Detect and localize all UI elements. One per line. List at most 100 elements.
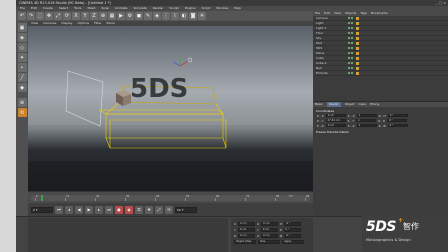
end-frame-field[interactable]: 90 F xyxy=(175,206,197,213)
cube-icon[interactable]: ◼ xyxy=(135,12,143,20)
attr-value-field[interactable]: 27.54 cm xyxy=(325,118,346,123)
visibility-dot-icon[interactable] xyxy=(351,67,353,69)
play-backward-icon[interactable]: ◀ xyxy=(75,205,83,214)
visibility-dot-icon[interactable] xyxy=(348,67,350,69)
tag-icon[interactable] xyxy=(356,51,359,55)
attr-tab-phong[interactable]: Phong xyxy=(370,102,379,107)
visibility-dot-icon[interactable] xyxy=(348,72,350,74)
go-to-end-icon[interactable]: ⏭ xyxy=(105,205,113,214)
rotate-icon[interactable]: ⟳ xyxy=(63,12,71,20)
visibility-dot-icon[interactable] xyxy=(351,17,353,19)
tag-icon[interactable] xyxy=(356,66,359,70)
step-forward-icon[interactable]: ▸ xyxy=(95,205,103,214)
visibility-dot-icon[interactable] xyxy=(348,22,350,24)
visibility-dot-icon[interactable] xyxy=(348,32,350,34)
scale-key-icon[interactable]: ⤢ xyxy=(155,205,163,214)
undo-icon[interactable]: ↶ xyxy=(18,12,26,20)
coord-value-field[interactable]: 0 ° xyxy=(284,234,302,238)
coord-mode-button[interactable]: Object (Rel) xyxy=(234,240,256,244)
tag-icon[interactable] xyxy=(356,16,359,20)
edges-mode-icon[interactable]: ╱ xyxy=(17,73,27,82)
world-icon[interactable]: ⊕ xyxy=(99,12,107,20)
deformer-icon[interactable]: ⌇ xyxy=(171,12,179,20)
tag-icon[interactable] xyxy=(356,41,359,45)
om-menu-bookmarks[interactable]: Bookmarks xyxy=(371,11,388,16)
visibility-dot-icon[interactable] xyxy=(351,42,353,44)
coord-value-field[interactable]: 0 cm xyxy=(261,234,279,238)
visibility-dot-icon[interactable] xyxy=(348,37,350,39)
tag-icon[interactable] xyxy=(356,26,359,30)
om-menu-tags[interactable]: Tags xyxy=(360,11,367,16)
texture-mode-icon[interactable]: ✦ xyxy=(17,53,27,62)
viewport-canvas[interactable]: 5DS xyxy=(28,26,313,191)
attr-value-field[interactable]: 0 cm xyxy=(325,113,346,118)
visibility-dot-icon[interactable] xyxy=(348,62,350,64)
attr-tab-object[interactable]: Object xyxy=(345,102,355,107)
visibility-dot-icon[interactable] xyxy=(351,72,353,74)
subdivision-icon[interactable]: ◈ xyxy=(153,12,161,20)
rotation-key-icon[interactable]: ⟳ xyxy=(165,205,173,214)
attr-tab-caps[interactable]: Caps xyxy=(359,102,366,107)
make-editable-icon[interactable]: ▣ xyxy=(17,23,27,32)
attr-value-field[interactable]: 1 xyxy=(356,113,377,118)
model-mode-icon[interactable]: ◈ xyxy=(17,33,27,42)
attr-value-field[interactable]: 0 ° xyxy=(387,113,408,118)
axis-mode-icon[interactable]: ⊕ xyxy=(17,98,27,107)
timeline-ruler[interactable]: 0 10 20 30 40 50 60 70 80 90 0 F xyxy=(31,195,310,201)
scene-icon[interactable]: ◐ xyxy=(180,12,188,20)
attr-value-field[interactable]: 0 ° xyxy=(386,118,407,123)
attr-tab-basic[interactable]: Basic xyxy=(315,102,323,107)
keyframe-selection-icon[interactable]: ⚿ xyxy=(135,205,143,214)
object-row[interactable]: Extrude xyxy=(313,71,448,76)
coord-value-field[interactable]: 0 cm xyxy=(260,228,278,232)
visibility-dot-icon[interactable] xyxy=(351,32,353,34)
attr-value-field[interactable]: 0 cm xyxy=(325,123,346,128)
attr-value-field[interactable]: 1 xyxy=(356,123,377,128)
visibility-dot-icon[interactable] xyxy=(351,47,353,49)
tag-icon[interactable] xyxy=(356,36,359,40)
z-axis-icon[interactable]: Z xyxy=(90,12,98,20)
visibility-dot-icon[interactable] xyxy=(348,42,350,44)
timeline[interactable]: 0 10 20 30 40 50 60 70 80 90 0 F xyxy=(28,191,313,203)
position-key-icon[interactable]: ✥ xyxy=(145,205,153,214)
play-forward-icon[interactable]: ▶ xyxy=(85,205,93,214)
perspective-viewport[interactable]: View Cameras Display Options Filter Panel 5DS xyxy=(28,21,313,191)
array-icon[interactable]: ⋮ xyxy=(162,12,170,20)
step-back-icon[interactable]: ◂ xyxy=(65,205,73,214)
tag-icon[interactable] xyxy=(356,31,359,35)
visibility-dot-icon[interactable] xyxy=(351,52,353,54)
render-settings-icon[interactable]: ⚙ xyxy=(126,12,134,20)
visibility-dot-icon[interactable] xyxy=(351,57,353,59)
start-frame-field[interactable]: 0 F xyxy=(31,206,53,213)
visibility-dot-icon[interactable] xyxy=(348,47,350,49)
material-manager[interactable] xyxy=(28,218,228,252)
coord-size-button[interactable]: Size xyxy=(258,240,280,244)
coord-value-field[interactable]: 0 ° xyxy=(283,228,301,232)
y-axis-icon[interactable]: Y xyxy=(81,12,89,20)
record-keys-icon[interactable]: ● xyxy=(115,205,123,214)
tag-icon[interactable] xyxy=(356,61,359,65)
light-icon[interactable]: ☀ xyxy=(198,12,206,20)
tag-icon[interactable] xyxy=(356,71,359,75)
coord-value-field[interactable]: 0 cm xyxy=(238,222,256,226)
tag-icon[interactable] xyxy=(356,21,359,25)
attr-value-field[interactable]: 1 xyxy=(356,118,377,123)
coord-value-field[interactable]: 0 cm xyxy=(237,228,255,232)
coord-value-field[interactable]: 0 cm xyxy=(261,222,279,226)
attr-tab-coord[interactable]: Coord. xyxy=(326,102,341,107)
pen-icon[interactable]: ✎ xyxy=(144,12,152,20)
tag-icon[interactable] xyxy=(356,46,359,50)
visibility-dot-icon[interactable] xyxy=(348,52,350,54)
coord-apply-button[interactable]: Apply xyxy=(282,240,304,244)
render-icon[interactable]: ▶ xyxy=(117,12,125,20)
polygons-mode-icon[interactable]: ◆ xyxy=(17,83,27,92)
object-mode-icon[interactable]: ◇ xyxy=(17,43,27,52)
visibility-dot-icon[interactable] xyxy=(351,22,353,24)
visibility-dot-icon[interactable] xyxy=(351,27,353,29)
visibility-dot-icon[interactable] xyxy=(348,17,350,19)
camera-icon[interactable]: ◙ xyxy=(189,12,197,20)
coord-value-field[interactable]: 0 cm xyxy=(238,234,256,238)
x-axis-icon[interactable]: X xyxy=(72,12,80,20)
go-to-start-icon[interactable]: ⏮ xyxy=(55,205,63,214)
autokey-icon[interactable]: ◉ xyxy=(125,205,133,214)
